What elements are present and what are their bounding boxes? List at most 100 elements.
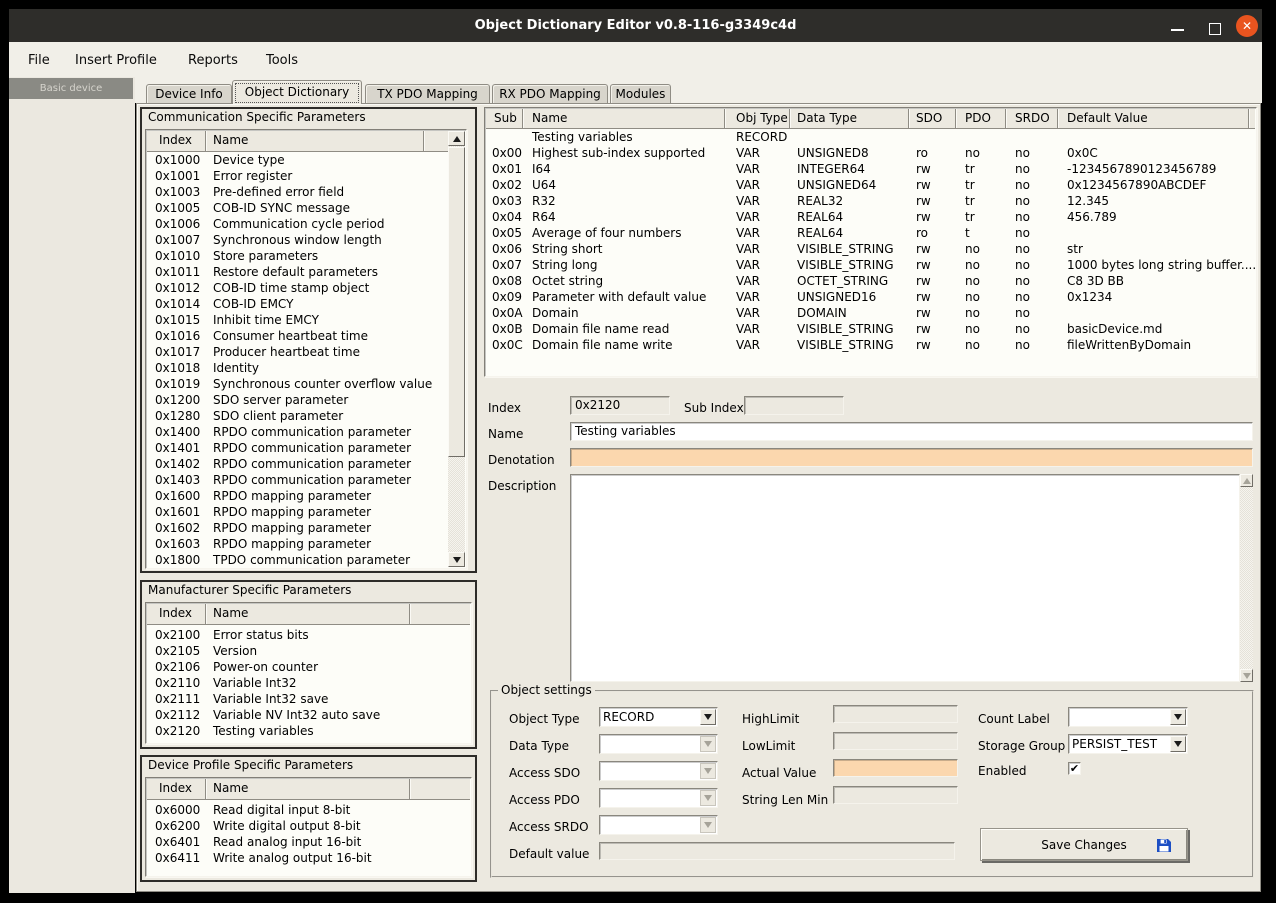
column-header-default-value[interactable]: Default Value — [1067, 109, 1148, 127]
low-limit-field[interactable] — [833, 732, 958, 750]
default-value-field[interactable] — [599, 842, 955, 860]
table-row[interactable]: 0x02U64VARUNSIGNED64rwtrno0x1234567890AB… — [486, 177, 1255, 193]
table-row[interactable]: 0x1200SDO server parameter — [147, 392, 447, 408]
table-row[interactable]: 0x1001Error register — [147, 168, 447, 184]
scrollbar-thumb[interactable] — [448, 147, 465, 457]
data-type-select[interactable] — [599, 734, 718, 754]
table-row[interactable]: 0x2110Variable Int32 — [147, 675, 470, 691]
object-type-select[interactable]: RECORD — [599, 707, 718, 727]
table-row[interactable]: 0x0CDomain file name writeVARVISIBLE_STR… — [486, 337, 1255, 353]
menu-insert-profile[interactable]: Insert Profile — [71, 51, 161, 71]
scroll-down-icon[interactable] — [1240, 669, 1253, 682]
close-button[interactable]: ✕ — [1236, 15, 1258, 37]
table-row[interactable]: 0x04R64VARREAL64rwtrno456.789 — [486, 209, 1255, 225]
table-row[interactable]: 0x1005COB-ID SYNC message — [147, 200, 447, 216]
chevron-down-icon[interactable] — [700, 709, 716, 725]
table-row[interactable]: 0x08Octet stringVAROCTET_STRINGrwnonoC8 … — [486, 273, 1255, 289]
column-header-name[interactable]: Name — [532, 109, 567, 127]
table-row[interactable]: 0x01I64VARINTEGER64rwtrno-12345678901234… — [486, 161, 1255, 177]
table-row[interactable]: 0x1403RPDO communication parameter — [147, 472, 447, 488]
scroll-up-icon[interactable] — [1240, 474, 1253, 487]
table-row[interactable]: 0x05Average of four numbersVARREAL64rotn… — [486, 225, 1255, 241]
table-row[interactable]: 0x1000Device type — [147, 152, 447, 168]
menu-file[interactable]: File — [24, 51, 54, 71]
tab-modules[interactable]: Modules — [610, 84, 671, 103]
column-header-name[interactable]: Name — [213, 604, 248, 623]
index-field[interactable]: 0x2120 — [570, 396, 670, 415]
count-label-select[interactable] — [1068, 707, 1188, 727]
table-row[interactable]: 0x1603RPDO mapping parameter — [147, 536, 447, 552]
access-srdo-select[interactable] — [599, 815, 718, 835]
maximize-icon[interactable] — [1209, 23, 1221, 35]
comm-table-scrollbar[interactable] — [448, 131, 465, 567]
column-header-obj-type[interactable]: Obj Type — [736, 109, 788, 127]
table-row[interactable]: 0x6401Read analog input 16-bit — [147, 834, 470, 850]
sidebar-item-basic-device[interactable]: Basic device — [9, 78, 133, 99]
column-header-srdo[interactable]: SRDO — [1015, 109, 1050, 127]
table-row[interactable]: 0x1401RPDO communication parameter — [147, 440, 447, 456]
menu-reports[interactable]: Reports — [184, 51, 242, 71]
description-field[interactable] — [570, 474, 1240, 682]
table-row[interactable]: 0x1018Identity — [147, 360, 447, 376]
table-row[interactable]: 0x1015Inhibit time EMCY — [147, 312, 447, 328]
tab-tx-pdo-mapping[interactable]: TX PDO Mapping — [365, 84, 490, 103]
table-row[interactable]: 0x1006Communication cycle period — [147, 216, 447, 232]
column-header-pdo[interactable]: PDO — [965, 109, 991, 127]
name-field[interactable]: Testing variables — [570, 422, 1253, 441]
table-row[interactable]: 0x1400RPDO communication parameter — [147, 424, 447, 440]
table-row[interactable]: 0x1014COB-ID EMCY — [147, 296, 447, 312]
table-row[interactable]: 0x00Highest sub-index supportedVARUNSIGN… — [486, 145, 1255, 161]
table-row[interactable]: 0x1017Producer heartbeat time — [147, 344, 447, 360]
string-len-min-field[interactable] — [833, 786, 958, 804]
column-header-index[interactable]: Index — [159, 779, 192, 798]
minimize-icon[interactable] — [1171, 29, 1184, 31]
column-header-sub[interactable]: Sub — [494, 109, 517, 127]
table-row[interactable]: 0x6000Read digital input 8-bit — [147, 802, 470, 818]
column-header-index[interactable]: Index — [159, 131, 192, 150]
table-row[interactable]: 0x1010Store parameters — [147, 248, 447, 264]
table-row[interactable]: 0x1019Synchronous counter overflow value — [147, 376, 447, 392]
table-row[interactable]: 0x2100Error status bits — [147, 627, 470, 643]
tab-object-dictionary[interactable]: Object Dictionary — [232, 80, 362, 104]
table-row[interactable]: 0x07String longVARVISIBLE_STRINGrwnono10… — [486, 257, 1255, 273]
denotation-field[interactable] — [570, 448, 1253, 467]
enabled-checkbox[interactable]: ✔ — [1068, 762, 1081, 775]
actual-value-field[interactable] — [833, 759, 958, 777]
scroll-up-icon[interactable] — [448, 131, 465, 146]
table-row[interactable]: 0x1600RPDO mapping parameter — [147, 488, 447, 504]
table-row[interactable]: 0x03R32VARREAL32rwtrno12.345 — [486, 193, 1255, 209]
storage-group-select[interactable]: PERSIST_TEST — [1068, 734, 1188, 754]
scroll-down-icon[interactable] — [448, 552, 465, 567]
table-row[interactable]: 0x1003Pre-defined error field — [147, 184, 447, 200]
table-row[interactable]: 0x1800TPDO communication parameter — [147, 552, 447, 567]
column-header-name[interactable]: Name — [213, 779, 248, 798]
table-row[interactable]: 0x6200Write digital output 8-bit — [147, 818, 470, 834]
description-scrollbar[interactable] — [1240, 474, 1253, 682]
table-row[interactable]: 0x0BDomain file name readVARVISIBLE_STRI… — [486, 321, 1255, 337]
chevron-down-icon[interactable] — [1170, 709, 1186, 725]
table-row[interactable]: 0x1402RPDO communication parameter — [147, 456, 447, 472]
tab-rx-pdo-mapping[interactable]: RX PDO Mapping — [492, 84, 608, 103]
table-row[interactable]: 0x1012COB-ID time stamp object — [147, 280, 447, 296]
table-row[interactable]: 0x6411Write analog output 16-bit — [147, 850, 470, 866]
menu-tools[interactable]: Tools — [262, 51, 302, 71]
column-header-data-type[interactable]: Data Type — [797, 109, 857, 127]
high-limit-field[interactable] — [833, 705, 958, 723]
table-row[interactable]: 0x2105Version — [147, 643, 470, 659]
table-row[interactable]: 0x1601RPDO mapping parameter — [147, 504, 447, 520]
table-row[interactable]: 0x2106Power-on counter — [147, 659, 470, 675]
table-row[interactable]: 0x0ADomainVARDOMAINrwnono — [486, 305, 1255, 321]
chevron-down-icon[interactable] — [1170, 736, 1186, 752]
tab-device-info[interactable]: Device Info — [146, 84, 232, 103]
column-header-index[interactable]: Index — [159, 604, 192, 623]
sub-index-field[interactable] — [744, 396, 844, 415]
access-sdo-select[interactable] — [599, 761, 718, 781]
column-header-name[interactable]: Name — [213, 131, 248, 150]
table-row[interactable]: 0x09Parameter with default valueVARUNSIG… — [486, 289, 1255, 305]
access-pdo-select[interactable] — [599, 788, 718, 808]
table-row[interactable]: 0x06String shortVARVISIBLE_STRINGrwnonos… — [486, 241, 1255, 257]
table-row[interactable]: 0x1280SDO client parameter — [147, 408, 447, 424]
save-changes-button[interactable]: Save Changes — [980, 828, 1188, 861]
table-row[interactable]: 0x1016Consumer heartbeat time — [147, 328, 447, 344]
table-row[interactable]: 0x2120Testing variables — [147, 723, 470, 739]
